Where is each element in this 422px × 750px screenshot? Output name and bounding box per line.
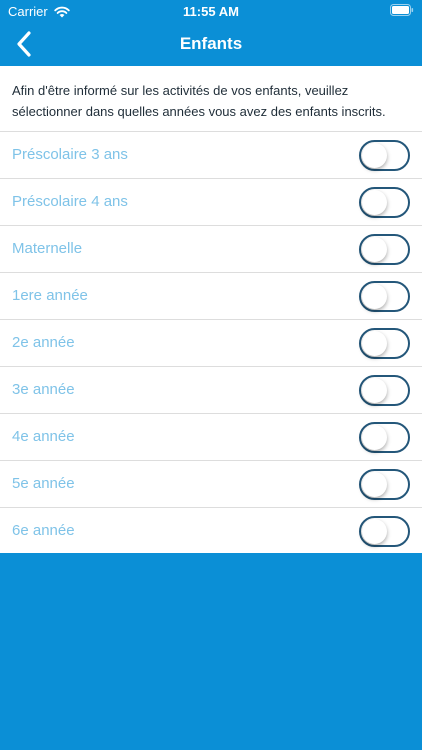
grade-row: 6e année [0,508,422,554]
grade-label: 5e année [12,475,75,492]
toggle-knob [362,143,387,168]
toggle-knob [362,237,387,262]
grade-toggle[interactable] [359,375,410,406]
grade-label: Préscolaire 3 ans [12,146,128,163]
grade-toggle[interactable] [359,422,410,453]
grade-settings-panel: Afin d'être informé sur les activités de… [0,66,422,553]
grade-toggle[interactable] [359,328,410,359]
grade-row: Préscolaire 3 ans [0,132,422,179]
status-bar: Carrier 11:55 AM [0,0,422,22]
grade-label: Maternelle [12,240,83,257]
grade-label: 2e année [12,334,75,351]
grade-row: Maternelle [0,226,422,273]
grade-label: 1ere année [12,287,88,304]
grade-toggle[interactable] [359,234,410,265]
toggle-knob [362,425,387,450]
grade-toggle[interactable] [359,516,410,547]
toggle-knob [362,190,387,215]
page-title: Enfants [179,34,243,53]
grade-toggle[interactable] [359,281,410,312]
navigation-bar: Enfants [0,22,422,66]
grade-label: 4e année [12,428,75,445]
toggle-knob [362,331,387,356]
toggle-knob [362,472,387,497]
grade-row: 5e année [0,461,422,508]
grade-row: Préscolaire 4 ans [0,179,422,226]
grade-toggle[interactable] [359,469,410,500]
grade-row: 4e année [0,414,422,461]
grade-row: 2e année [0,320,422,367]
grade-row: 1ere année [0,273,422,320]
grade-toggle[interactable] [359,187,410,218]
battery-icon [390,4,414,16]
grade-label: 6e année [12,522,75,539]
grade-toggle[interactable] [359,140,410,171]
toggle-knob [362,378,387,403]
status-time: 11:55 AM [183,4,239,19]
toggle-knob [362,519,387,544]
grade-label: 3e année [12,381,75,398]
grade-label: Préscolaire 4 ans [12,193,128,210]
toggle-knob [362,284,387,309]
intro-text: Afin d'être informé sur les activités de… [0,66,422,132]
grade-row: 3e année [0,367,422,414]
